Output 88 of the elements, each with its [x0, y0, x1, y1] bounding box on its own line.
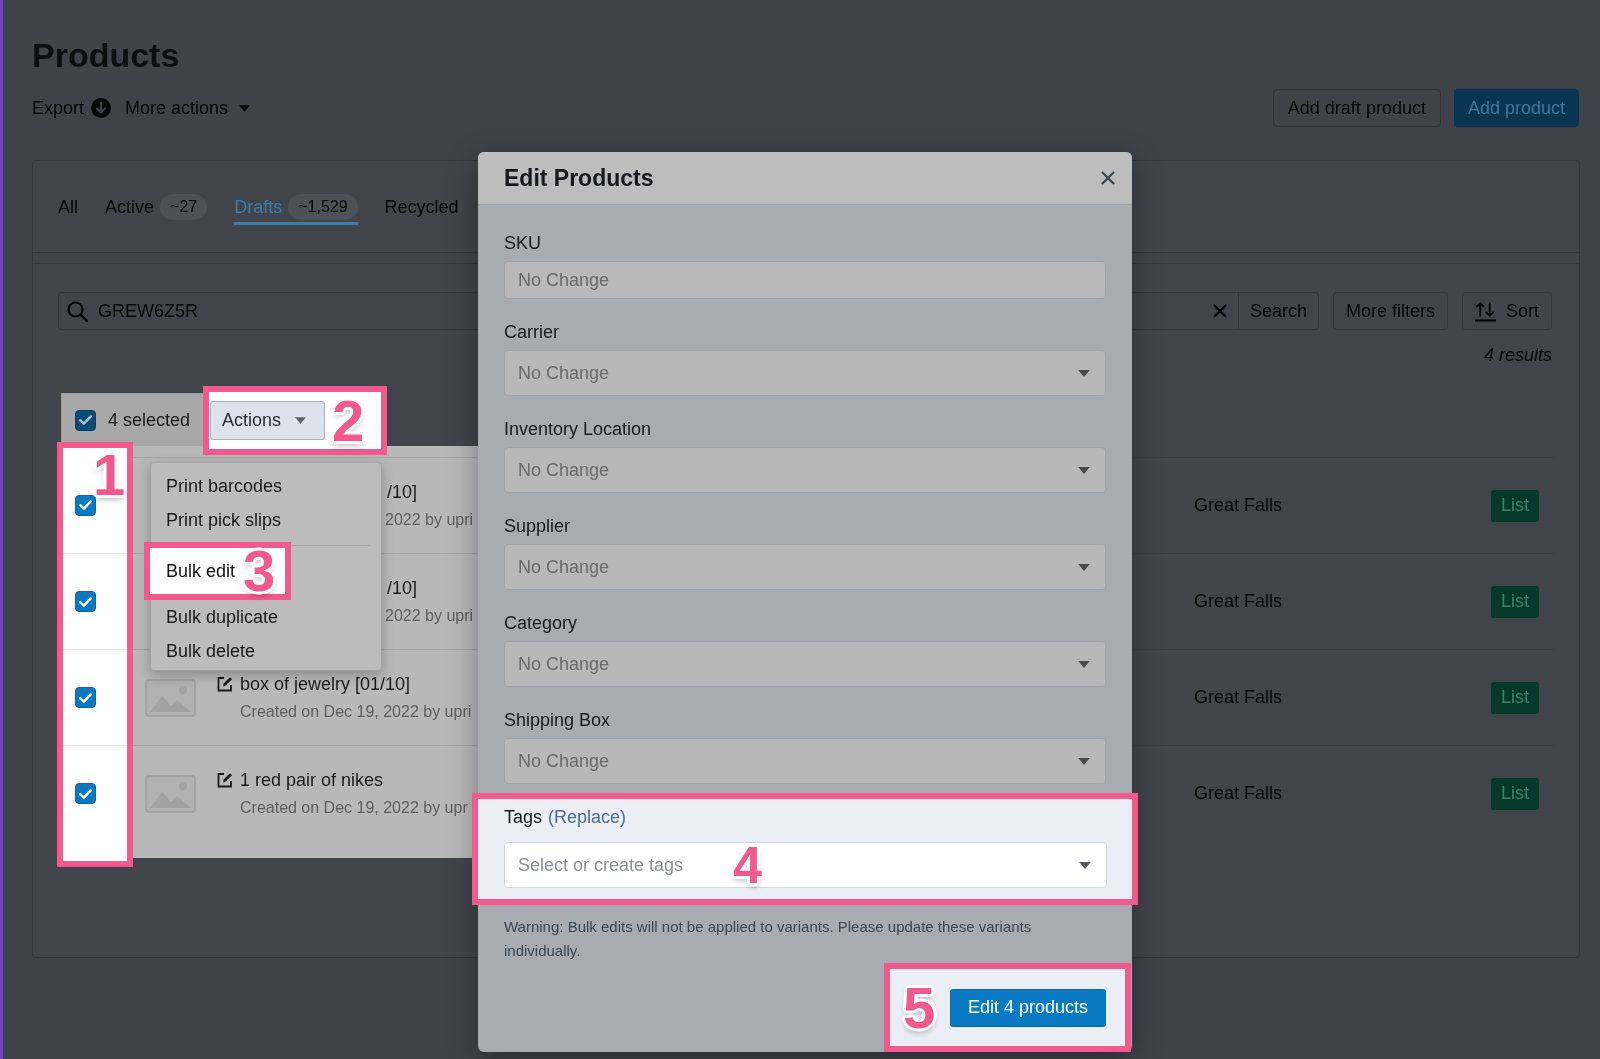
product-title[interactable]: /10] — [387, 576, 418, 600]
field-label: Supplier — [504, 515, 571, 538]
product-created-text: Created on Dec 19, 2022 by upri — [240, 702, 472, 722]
field-label: Carrier — [504, 321, 559, 344]
caret-icon — [295, 417, 307, 424]
download-icon — [91, 98, 112, 118]
dialog-title: Edit Products — [504, 164, 654, 193]
add-draft-product-button[interactable]: Add draft product — [1272, 89, 1441, 127]
checkmark-icon — [79, 500, 92, 510]
location-text: Great Falls — [1194, 782, 1283, 805]
list-button[interactable]: List — [1491, 489, 1539, 522]
add-product-button[interactable]: Add product — [1453, 89, 1579, 127]
location-text: Great Falls — [1194, 686, 1283, 709]
step-number: 2 — [332, 391, 365, 450]
search-text: GREW6Z5R — [98, 299, 198, 323]
product-created-text: 2022 by upri — [385, 606, 474, 626]
step-number: 5 — [903, 978, 936, 1037]
sort-icon — [1475, 300, 1496, 322]
checkmark-icon — [79, 788, 92, 799]
dropdown-field[interactable]: No Change — [504, 350, 1106, 396]
tab[interactable]: Active ~27 — [105, 194, 208, 225]
warning-text: Warning: Bulk edits will not be applied to variants. Please update these variants individually. — [504, 917, 1033, 961]
field-label: Category — [504, 612, 578, 635]
list-button[interactable]: List — [1491, 681, 1539, 714]
dropdown-field[interactable]: No Change — [504, 447, 1106, 493]
caret-icon — [1078, 660, 1090, 668]
caret-icon — [1078, 757, 1090, 765]
step-number: 4 — [733, 843, 762, 887]
replace-link[interactable]: (Replace) — [548, 805, 627, 829]
image-placeholder-icon — [145, 678, 196, 717]
checkbox[interactable] — [75, 783, 96, 804]
location-text: Great Falls — [1194, 494, 1283, 517]
product-created-text: 2022 by upri — [385, 510, 474, 530]
checkbox[interactable] — [75, 687, 96, 708]
product-title[interactable]: /10] — [387, 480, 418, 504]
export-button[interactable]: Export — [32, 94, 112, 122]
product-title[interactable]: 1 red pair of nikes — [240, 768, 384, 792]
caret-icon — [1078, 466, 1090, 474]
checkbox[interactable] — [75, 409, 96, 431]
field-label: Tags — [504, 806, 543, 829]
selected-count: 4 selected — [108, 408, 191, 432]
dropdown-field[interactable]: No Change — [504, 544, 1106, 590]
text-field[interactable]: No Change — [504, 261, 1106, 299]
menu-item[interactable]: Print pick slips — [166, 508, 282, 532]
field-label: Shipping Box — [504, 709, 611, 732]
menu-item[interactable]: Bulk edit — [166, 559, 236, 583]
count-badge: ~27 — [160, 194, 208, 220]
page-title: Products — [32, 35, 180, 75]
close-icon — [1101, 171, 1115, 185]
more-filters-button[interactable]: More filters — [1332, 292, 1448, 330]
field-label: SKU — [504, 232, 541, 255]
menu-item[interactable]: Bulk duplicate — [166, 605, 279, 629]
edit-products-button[interactable]: Edit 4 products — [950, 988, 1106, 1027]
dropdown-field[interactable]: No Change — [504, 738, 1106, 784]
list-button[interactable]: List — [1491, 585, 1539, 618]
step-number: 3 — [243, 542, 276, 600]
field-label: Inventory Location — [504, 418, 652, 441]
checkmark-icon — [79, 596, 92, 607]
checkmark-icon — [79, 692, 92, 703]
count-badge: ~1,529 — [288, 194, 358, 220]
close-button[interactable] — [1101, 171, 1115, 185]
sort-button[interactable]: Sort — [1462, 292, 1552, 330]
actions-button[interactable]: Actions — [210, 401, 325, 440]
menu-item[interactable]: Print barcodes — [166, 474, 283, 498]
menu-item[interactable]: Bulk delete — [166, 639, 256, 663]
dropdown-field[interactable]: No Change — [504, 641, 1106, 687]
location-text: Great Falls — [1194, 590, 1283, 613]
search-icon — [67, 300, 88, 322]
edit-icon[interactable] — [217, 676, 233, 692]
list-button[interactable]: List — [1491, 777, 1539, 810]
product-title[interactable]: box of jewelry [01/10] — [240, 672, 411, 696]
checkbox[interactable] — [75, 591, 96, 612]
tab[interactable]: Drafts ~1,529 — [234, 194, 358, 225]
checkmark-icon — [79, 415, 92, 425]
more-actions-button[interactable]: More actions — [125, 94, 251, 122]
step-number: 1 — [93, 450, 126, 500]
caret-icon — [1078, 563, 1090, 571]
tags-dropdown-field[interactable]: Select or create tags 4 — [504, 842, 1107, 888]
search-button[interactable]: Search — [1238, 292, 1319, 330]
edit-icon[interactable] — [217, 772, 233, 788]
caret-icon — [1078, 369, 1090, 377]
product-created-text: Created on Dec 19, 2022 by upr — [240, 798, 468, 818]
results-count: 4 results — [1483, 344, 1552, 367]
caret-icon — [1079, 861, 1091, 869]
caret-icon — [239, 104, 251, 112]
checkbox[interactable] — [75, 494, 96, 516]
tab[interactable]: Recycled — [384, 194, 459, 225]
tab[interactable]: All — [58, 194, 78, 225]
